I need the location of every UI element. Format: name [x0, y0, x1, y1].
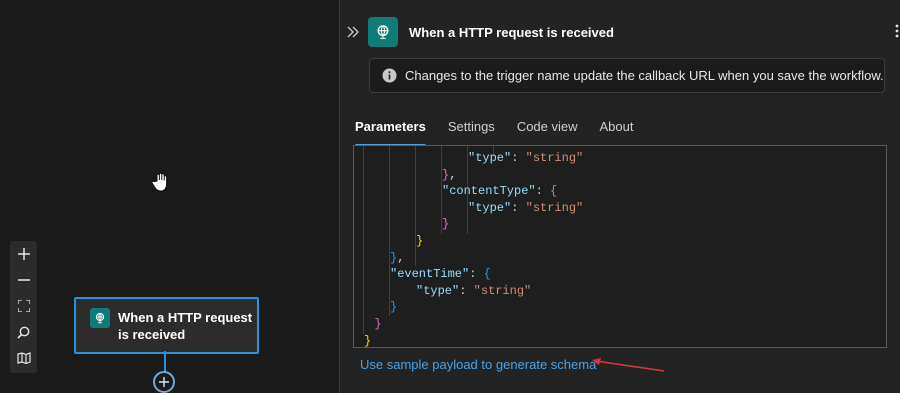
designer-canvas[interactable]: When a HTTP request is received	[0, 0, 339, 393]
map-icon	[16, 352, 31, 364]
panel-header: When a HTTP request is received	[340, 15, 900, 49]
fit-view-button[interactable]	[10, 293, 37, 319]
code-line: },	[442, 167, 456, 183]
code-line: "contentType": {	[442, 183, 557, 199]
minus-icon	[17, 279, 30, 281]
panel-title[interactable]: When a HTTP request is received	[409, 25, 614, 40]
code-line: "eventTime": {	[390, 266, 491, 282]
zoom-in-button[interactable]	[10, 241, 37, 267]
search-icon	[17, 326, 30, 339]
code-token: "type"	[468, 200, 512, 215]
code-token: "string"	[525, 151, 584, 165]
plus-circle-icon	[159, 377, 169, 387]
code-line: }	[374, 316, 381, 332]
tab-parameters[interactable]: Parameters	[355, 119, 426, 147]
code-token: }	[390, 300, 398, 315]
zoom-toolbar	[10, 241, 37, 373]
code-token: :	[511, 200, 526, 215]
tab-about[interactable]: About	[600, 119, 634, 147]
info-banner-text: Changes to the trigger name update the c…	[405, 68, 884, 83]
http-request-icon	[368, 17, 398, 47]
trigger-card-title: When a HTTP request is received	[118, 310, 253, 342]
code-token: "contentType"	[442, 184, 536, 199]
trigger-card[interactable]: When a HTTP request is received	[74, 297, 259, 354]
indent-guide	[363, 146, 364, 334]
code-token: ,	[397, 250, 405, 265]
search-button[interactable]	[10, 319, 37, 345]
code-token: }	[442, 217, 450, 232]
schema-code-editor[interactable]: "type": "string"}, "contentType": {"type"…	[353, 145, 887, 348]
code-token: :	[511, 151, 526, 165]
code-line: "type": "string"	[416, 283, 531, 299]
code-line: }	[390, 299, 397, 315]
code-line: }	[364, 333, 372, 348]
minimap-button[interactable]	[10, 345, 37, 371]
code-token: :	[469, 267, 484, 282]
code-token: "eventTime"	[390, 267, 470, 282]
fit-view-icon	[17, 300, 30, 312]
code-token: }	[364, 333, 372, 348]
code-token: {	[483, 267, 491, 282]
code-line: "type": "string"	[468, 200, 583, 216]
hand-cursor-icon	[152, 172, 168, 192]
code-token: }	[374, 317, 382, 331]
zoom-out-button[interactable]	[10, 267, 37, 293]
code-token: ,	[449, 167, 457, 182]
code-token: "type"	[416, 283, 460, 298]
code-token: "string"	[525, 200, 584, 215]
info-icon	[382, 68, 397, 83]
http-request-icon	[90, 308, 110, 328]
annotation-arrow-icon	[592, 358, 665, 372]
details-panel: When a HTTP request is received Changes …	[339, 0, 900, 393]
tab-settings[interactable]: Settings	[448, 119, 495, 147]
code-token: "type"	[468, 151, 512, 165]
code-token: }	[416, 234, 424, 248]
connector-line	[164, 351, 166, 373]
add-step-button[interactable]	[153, 371, 175, 393]
tab-list: Parameters Settings Code view About	[355, 119, 656, 147]
more-options-icon[interactable]	[895, 24, 899, 38]
code-line: }	[416, 233, 423, 249]
tab-code-view[interactable]: Code view	[517, 119, 578, 147]
plus-icon	[17, 248, 30, 260]
code-token: "string"	[473, 283, 532, 298]
expand-chevrons-icon[interactable]	[347, 26, 359, 38]
code-line: }	[442, 216, 449, 232]
sample-payload-link[interactable]: Use sample payload to generate schema	[360, 357, 596, 372]
code-token: :	[535, 184, 551, 199]
code-line: },	[390, 250, 404, 266]
indent-guide	[389, 146, 390, 316]
code-token: :	[459, 283, 474, 298]
code-token: {	[550, 184, 558, 199]
info-banner: Changes to the trigger name update the c…	[369, 58, 885, 93]
code-line: "type": "string"	[468, 150, 583, 166]
